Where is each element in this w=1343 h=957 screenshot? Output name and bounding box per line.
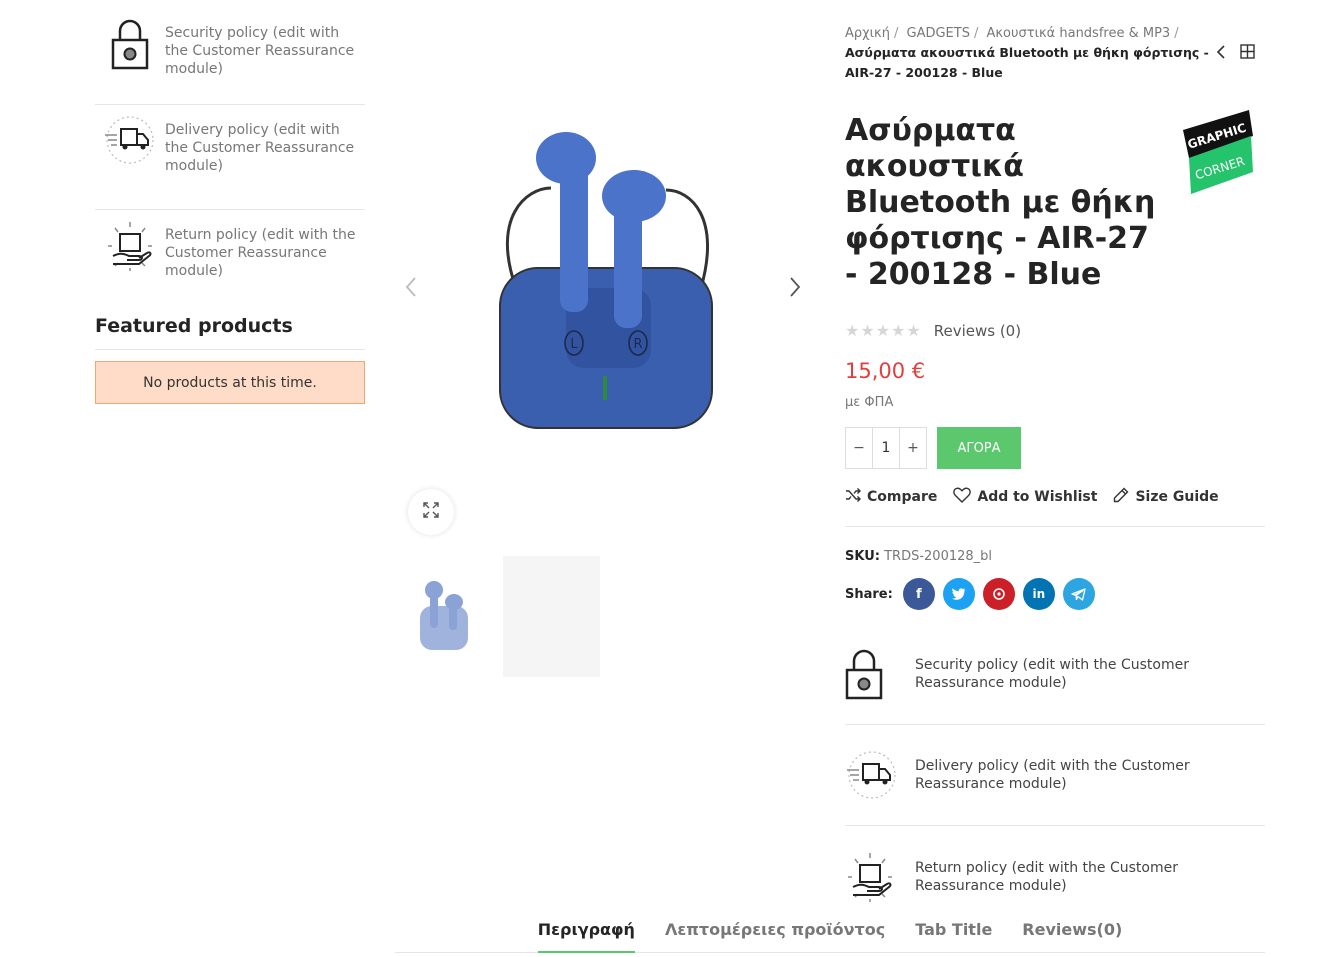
add-to-wishlist-button[interactable]: Add to Wishlist (953, 487, 1097, 507)
left-sidebar: Security policy (edit with the Customer … (95, 18, 365, 404)
pinterest-icon[interactable] (982, 578, 1015, 610)
policy-text: Delivery policy (edit with the Customer … (915, 758, 1190, 792)
delivery-truck-icon (845, 750, 915, 800)
quantity-stepper: − 1 + (845, 427, 927, 469)
policy-delivery: Delivery policy (edit with the Customer … (845, 725, 1265, 826)
tab-reviews[interactable]: Reviews(0) (1022, 915, 1122, 953)
tax-note: με ΦΠΑ (845, 395, 894, 410)
product-thumbnail-placeholder[interactable] (503, 556, 600, 677)
linkedin-icon[interactable]: in (1022, 578, 1055, 610)
product-main-image[interactable]: L R (496, 128, 718, 434)
chevron-left-icon[interactable] (1216, 44, 1226, 64)
heart-icon (953, 487, 972, 507)
sidebar-reassurance-return: Return policy (edit with the Customer Re… (95, 210, 365, 305)
size-guide-label: Size Guide (1135, 489, 1219, 505)
policy-security: Security policy (edit with the Customer … (845, 624, 1265, 725)
breadcrumb-link[interactable]: GADGETS (907, 26, 970, 41)
add-to-cart-row: − 1 + ΑΓΟΡΑ (845, 427, 1265, 469)
tab-custom-title[interactable]: Tab Title (915, 915, 992, 953)
product-title: Ασύρματα ακουστικά Bluetooth με θήκη φόρ… (845, 113, 1156, 292)
shuffle-icon (845, 488, 861, 506)
sku-label: SKU: (845, 549, 880, 564)
sidebar-reassurance-text: Delivery policy (edit with the Customer … (165, 122, 355, 174)
grid-icon[interactable] (1240, 44, 1255, 64)
add-to-cart-button[interactable]: ΑΓΟΡΑ (937, 427, 1021, 469)
sku-value: TRDS-200128_bl (884, 549, 993, 564)
sidebar-reassurance-security: Security policy (edit with the Customer … (95, 18, 365, 105)
brand-logo[interactable]: GRAPHIC CORNER (1183, 110, 1253, 198)
lock-icon (845, 648, 915, 700)
quantity-decrease-button[interactable]: − (846, 428, 872, 468)
facebook-icon[interactable]: f (902, 578, 935, 610)
earbud-right-label: R (633, 337, 642, 352)
twitter-icon[interactable] (942, 578, 975, 610)
expand-icon (422, 501, 440, 523)
breadcrumb: Αρχική / GADGETS / Ακουστικά handsfree & M… (845, 26, 1209, 80)
breadcrumb-link[interactable]: Ακουστικά handsfree & MP3 (987, 26, 1171, 41)
product-nav-tools (1216, 44, 1255, 64)
no-products-alert: No products at this time. (95, 361, 365, 404)
size-guide-button[interactable]: Size Guide (1113, 487, 1219, 507)
product-info: Αρχική / GADGETS / Ακουστικά handsfree & M… (845, 24, 1265, 927)
product-tabs: Περιγραφή Λεπτομέρειες προϊόντος Tab Tit… (395, 915, 1265, 953)
compare-button[interactable]: Compare (845, 487, 937, 507)
wishlist-label: Add to Wishlist (977, 489, 1098, 505)
sidebar-reassurance-text: Security policy (edit with the Customer … (165, 25, 355, 77)
share-row: Share: f in (845, 578, 1265, 610)
reassurance-policies: Security policy (edit with the Customer … (845, 624, 1265, 927)
return-box-icon (95, 220, 165, 272)
share-label: Share: (845, 586, 893, 602)
policy-return: Return policy (edit with the Customer Re… (845, 826, 1265, 927)
sku-row: SKU: TRDS-200128_bl (845, 549, 1265, 564)
breadcrumb-current: Ασύρματα ακουστικά Bluetooth με θήκη φόρ… (845, 45, 1209, 80)
earbud-left-label: L (570, 337, 578, 352)
tab-description[interactable]: Περιγραφή (537, 915, 635, 953)
sidebar-reassurance-text: Return policy (edit with the Customer Re… (165, 227, 356, 279)
gallery-next-arrow[interactable] (788, 275, 802, 303)
zoom-button[interactable] (408, 489, 454, 535)
telegram-icon[interactable] (1062, 578, 1095, 610)
rating-row: ★★★★★ Reviews (0) (845, 321, 1265, 340)
quantity-input[interactable]: 1 (872, 428, 900, 468)
policy-text: Security policy (edit with the Customer … (915, 657, 1189, 691)
product-thumbnail[interactable] (414, 576, 474, 656)
reviews-link[interactable]: Reviews (0) (934, 322, 1021, 340)
gallery-prev-arrow[interactable] (404, 275, 418, 303)
product-price: 15,00 € (845, 359, 926, 383)
product-actions: Compare Add to Wishlist Size Guide (845, 487, 1265, 527)
tab-product-details[interactable]: Λεπτομέρειες προϊόντος (665, 915, 885, 953)
quantity-increase-button[interactable]: + (900, 428, 926, 468)
pencil-icon (1113, 487, 1129, 507)
compare-label: Compare (867, 489, 938, 505)
product-gallery: L R (396, 100, 816, 540)
lock-icon (95, 18, 165, 70)
breadcrumb-link[interactable]: Αρχική (845, 26, 890, 41)
sidebar-reassurance-delivery: Delivery policy (edit with the Customer … (95, 105, 365, 210)
delivery-truck-icon (95, 115, 165, 165)
return-box-icon (845, 851, 915, 903)
policy-text: Return policy (edit with the Customer Re… (915, 859, 1178, 894)
star-rating: ★★★★★ (845, 321, 922, 340)
featured-products-heading: Featured products (95, 315, 365, 350)
